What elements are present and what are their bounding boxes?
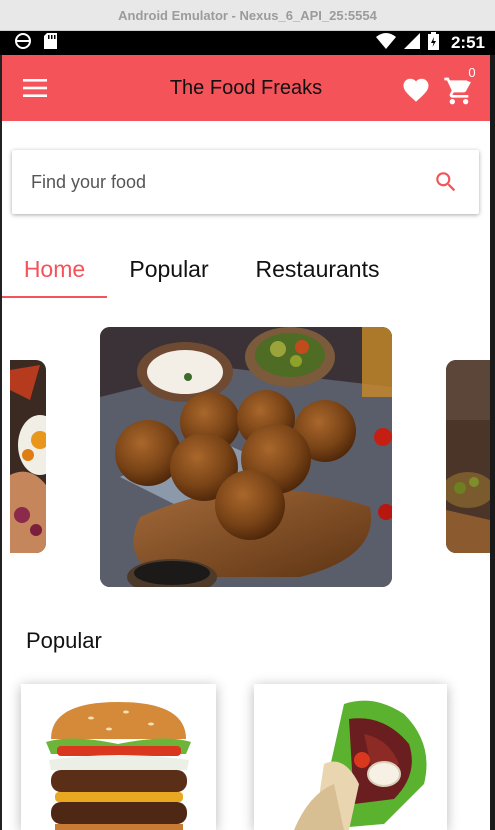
popular-item-burger[interactable] xyxy=(21,684,216,830)
sd-card-icon xyxy=(44,32,57,54)
battery-icon xyxy=(427,31,439,55)
tab-popular[interactable]: Popular xyxy=(114,240,224,298)
burger-image xyxy=(21,684,216,830)
tab-bar: Home Popular Restaurants xyxy=(2,240,490,300)
emulator-title: Android Emulator - Nexus_6_API_25:5554 xyxy=(0,0,495,31)
active-tab-indicator xyxy=(2,296,107,298)
sync-icon xyxy=(14,32,32,54)
carousel-slide-next[interactable] xyxy=(446,360,490,553)
favorites-button[interactable] xyxy=(401,75,431,105)
popular-item-wrap[interactable] xyxy=(254,684,447,830)
frame-edge xyxy=(490,55,495,830)
shawarma-wrap-image xyxy=(254,684,447,830)
section-title-popular: Popular xyxy=(26,628,102,653)
menu-button[interactable] xyxy=(2,55,68,121)
cart-count-badge: 0 xyxy=(462,62,482,82)
search-input[interactable] xyxy=(31,171,433,193)
status-bar: 2:51 xyxy=(0,31,495,55)
tab-home[interactable]: Home xyxy=(2,240,107,298)
status-time: 2:51 xyxy=(450,33,485,52)
signal-icon xyxy=(403,32,420,54)
wifi-icon xyxy=(375,32,396,54)
search-bar xyxy=(12,150,479,214)
app-bar: The Food Freaks xyxy=(2,55,490,121)
search-icon[interactable] xyxy=(433,169,459,195)
tab-restaurants[interactable]: Restaurants xyxy=(240,240,395,298)
food-carousel[interactable] xyxy=(2,320,490,595)
menu-icon xyxy=(23,79,47,97)
carousel-slide-falafel[interactable] xyxy=(100,327,392,587)
falafel-image xyxy=(100,327,392,587)
heart-icon xyxy=(403,78,429,102)
carousel-slide-previous[interactable] xyxy=(10,360,46,553)
